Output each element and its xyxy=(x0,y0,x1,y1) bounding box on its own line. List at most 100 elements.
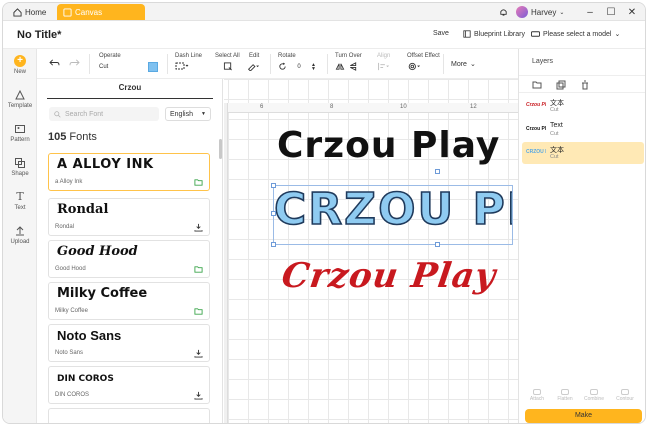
operate-group: Operate Cut xyxy=(99,53,159,72)
document-title[interactable]: No Title* xyxy=(17,29,61,41)
font-card[interactable]: Good Hood Good Hood xyxy=(48,240,210,278)
resize-handle[interactable] xyxy=(271,211,276,216)
redo-button[interactable] xyxy=(69,58,80,69)
close-button[interactable]: ✕ xyxy=(625,5,639,19)
attach-label: Attach xyxy=(529,396,545,402)
canvas-text-red[interactable]: Crzou Play xyxy=(279,256,498,296)
font-search-input[interactable]: Search Font xyxy=(49,107,159,121)
home-icon xyxy=(13,7,22,17)
align-group[interactable]: Align xyxy=(377,53,391,71)
fill-color-swatch[interactable] xyxy=(148,62,159,72)
font-list-scrollbar[interactable] xyxy=(219,139,222,159)
undo-button[interactable] xyxy=(49,58,60,69)
font-card[interactable]: A ALLOY INK a Alloy Ink xyxy=(48,153,210,191)
minimize-button[interactable]: – xyxy=(583,5,597,19)
tab-canvas[interactable]: Canvas xyxy=(57,4,145,20)
download-icon[interactable] xyxy=(194,349,203,358)
title-bar: Home Canvas Harvey ⌄ – ☐ ✕ xyxy=(3,3,645,21)
language-select[interactable]: English ▼ xyxy=(165,107,211,121)
layer-item-selected[interactable]: CRZOU PLAY 文本 Cut xyxy=(522,142,644,164)
rail-pattern[interactable]: Pattern xyxy=(3,123,37,143)
flip-horizontal-icon[interactable] xyxy=(335,62,345,71)
blueprint-library-button[interactable]: Blueprint Library xyxy=(463,30,525,38)
rotate-value[interactable]: 0 xyxy=(290,64,308,70)
operate-label: Operate xyxy=(99,53,121,59)
rotate-icon[interactable] xyxy=(278,62,287,71)
dash-line-group[interactable]: Dash Line xyxy=(175,53,202,70)
tab-home[interactable]: Home xyxy=(7,4,52,20)
more-button[interactable]: More ⌄ xyxy=(451,60,476,69)
combine-label: Combine xyxy=(583,396,604,402)
canvas-text-black[interactable]: Crzou Play xyxy=(277,125,500,166)
layer-item[interactable]: Crzou Play 文本 Cut xyxy=(522,95,644,117)
font-card[interactable]: Rondal Rondal xyxy=(48,198,210,236)
trash-icon[interactable] xyxy=(580,80,590,90)
template-icon xyxy=(15,89,25,100)
resize-handle[interactable] xyxy=(271,183,276,188)
maximize-button[interactable]: ☐ xyxy=(604,5,618,19)
duplicate-icon[interactable] xyxy=(556,80,566,90)
save-button[interactable]: Save xyxy=(433,30,449,37)
rail-upload[interactable]: Upload xyxy=(3,225,37,245)
flatten-button[interactable]: Flatten xyxy=(551,389,579,402)
layer-thumbnail: Crzou Play xyxy=(526,102,546,108)
canvas-text-blue[interactable]: CRZOU PLAY xyxy=(274,184,512,244)
machine-icon xyxy=(531,31,540,37)
font-preview: Good Hood xyxy=(57,244,138,259)
make-button[interactable]: Make xyxy=(525,409,642,423)
language-value: English xyxy=(170,110,193,118)
resize-handle[interactable] xyxy=(271,242,276,247)
ruler-mark: 10 xyxy=(400,104,407,110)
turn-over-group[interactable]: Turn Over xyxy=(335,53,362,71)
avatar xyxy=(516,6,528,18)
contour-label: Contour xyxy=(616,396,634,402)
divider xyxy=(327,54,328,74)
align-label: Align xyxy=(377,53,391,59)
tab-home-label: Home xyxy=(25,7,47,17)
dash-line-icon xyxy=(175,62,189,70)
font-preview: A ALLOY INK xyxy=(57,157,154,172)
resize-handle[interactable] xyxy=(435,242,440,247)
folder-icon[interactable] xyxy=(194,265,203,274)
blueprint-library-label: Blueprint Library xyxy=(474,30,525,38)
attach-button[interactable]: Attach xyxy=(523,389,551,402)
edit-group[interactable]: Edit xyxy=(247,53,261,71)
combine-button[interactable]: Combine xyxy=(580,389,608,402)
download-icon[interactable] xyxy=(194,223,203,232)
search-icon xyxy=(54,110,61,118)
model-select[interactable]: Please select a model ⌄ xyxy=(531,30,620,38)
download-icon[interactable] xyxy=(194,391,203,400)
layer-operation: Cut xyxy=(550,107,559,113)
contour-button[interactable]: Contour xyxy=(611,389,639,402)
rotate-stepper[interactable]: ▲ ▼ xyxy=(311,62,316,71)
ruler-mark: 12 xyxy=(470,104,477,110)
edit-pen-icon xyxy=(247,64,259,71)
operate-select[interactable]: Cut xyxy=(99,62,159,72)
rail-new[interactable]: + New xyxy=(3,55,37,75)
rotate-handle[interactable] xyxy=(435,169,440,174)
rail-shape[interactable]: Shape xyxy=(3,157,37,177)
ruler-top: 6 8 10 12 xyxy=(224,103,518,113)
tab-canvas-label: Canvas xyxy=(75,7,103,17)
flip-vertical-icon[interactable] xyxy=(348,62,358,71)
divider xyxy=(89,54,90,74)
layer-item[interactable]: Crzou Play Text Cut xyxy=(522,119,644,141)
divider xyxy=(167,54,168,74)
bell-icon[interactable] xyxy=(499,5,508,19)
layer-thumbnail: Crzou Play xyxy=(526,126,546,132)
folder-icon[interactable] xyxy=(194,307,203,316)
layer-name: Text xyxy=(550,122,563,129)
rail-text[interactable]: T Text xyxy=(3,191,37,212)
turn-over-label: Turn Over xyxy=(335,53,362,59)
rail-template[interactable]: Template xyxy=(3,89,37,109)
font-card[interactable]: DIN COROS DIN COROS xyxy=(48,366,210,404)
user-menu[interactable]: Harvey ⌄ xyxy=(516,5,564,19)
font-card[interactable]: Noto Sans Noto Sans xyxy=(48,324,210,362)
offset-effect-group[interactable]: Offset Effect xyxy=(407,53,440,71)
folder-icon[interactable] xyxy=(532,80,542,90)
font-card[interactable]: Milky Coffee Milky Coffee xyxy=(48,282,210,320)
select-all-group[interactable]: Select All xyxy=(215,53,240,71)
font-panel-tab[interactable]: Crzou xyxy=(37,83,223,92)
font-card[interactable] xyxy=(48,408,210,423)
folder-icon[interactable] xyxy=(194,178,203,187)
